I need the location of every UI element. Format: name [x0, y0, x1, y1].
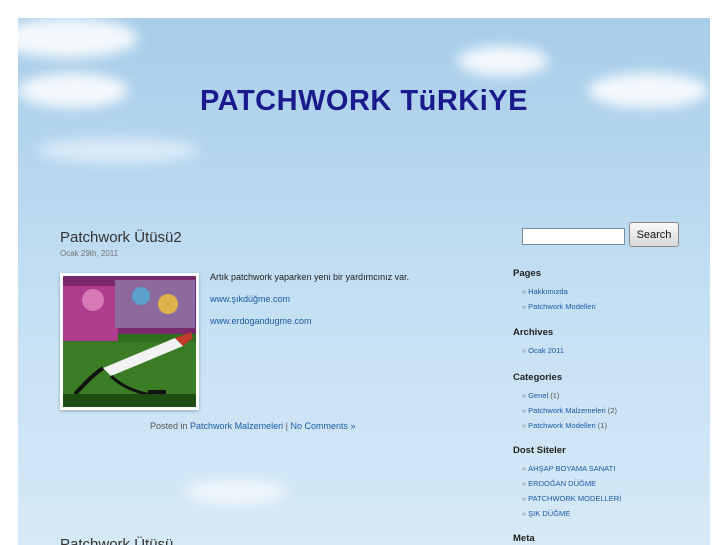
- post-link-erdogandugme[interactable]: www.erdogandugme.com: [210, 316, 312, 326]
- category-count: (1): [597, 421, 607, 430]
- bullet-glyph: »: [522, 509, 527, 518]
- page-frame: PATCHWORK TüRKiYE Patchwork Ütüsü2 Ocak …: [18, 18, 710, 545]
- category-count: (1): [550, 391, 560, 400]
- search-button[interactable]: Search: [629, 222, 679, 247]
- posted-in-label: Posted in: [150, 421, 188, 431]
- list-item: » AHŞAP BOYAMA SANATI: [522, 461, 621, 476]
- list-item: » Patchwork Modelleri: [522, 299, 596, 314]
- category-link-patchwork-modelleri[interactable]: Patchwork Modelleri: [528, 421, 596, 430]
- archives-list: » Ocak 2011: [522, 343, 564, 358]
- pages-list: » Hakkımızda » Patchwork Modelleri: [522, 284, 596, 314]
- friend-link-sik-dugme[interactable]: ŞIK DÜĞME: [528, 509, 570, 518]
- product-photo: [63, 276, 196, 407]
- list-item: » PATCHWORK MODELLERİ: [522, 491, 621, 506]
- cloud-decoration: [18, 18, 138, 58]
- cloud-decoration: [458, 46, 548, 76]
- cloud-decoration: [186, 480, 286, 504]
- bullet-glyph: »: [522, 494, 527, 503]
- bullet-glyph: »: [522, 406, 527, 415]
- post-category-link[interactable]: Patchwork Malzemeleri: [190, 421, 283, 431]
- site-title[interactable]: PATCHWORK TüRKiYE: [18, 85, 710, 118]
- post-meta: Posted in Patchwork Malzemeleri | No Com…: [150, 421, 355, 431]
- categories-list: » Genel (1) » Patchwork Malzemeleri (2) » P…: [522, 388, 617, 433]
- bullet-glyph: »: [522, 302, 527, 311]
- friend-link-patchwork-modelleri[interactable]: PATCHWORK MODELLERİ: [528, 494, 621, 503]
- meta-heading: Meta: [513, 533, 535, 544]
- post-link-sikdugme[interactable]: www.şıkdüğme.com: [210, 294, 290, 304]
- bullet-glyph: »: [522, 421, 527, 430]
- dost-siteler-heading: Dost Siteler: [513, 445, 566, 456]
- pages-heading: Pages: [513, 268, 541, 279]
- list-item: » Hakkımızda: [522, 284, 596, 299]
- category-link-patchwork-malzemeleri[interactable]: Patchwork Malzemeleri: [528, 406, 606, 415]
- page-link-hakkimizda[interactable]: Hakkımızda: [528, 287, 568, 296]
- list-item: » ERDOĞAN DÜĞME: [522, 476, 621, 491]
- bullet-glyph: »: [522, 479, 527, 488]
- list-item: » Ocak 2011: [522, 343, 564, 358]
- bullet-glyph: »: [522, 391, 527, 400]
- archives-heading: Archives: [513, 327, 554, 338]
- bullet-glyph: »: [522, 464, 527, 473]
- post-title-2[interactable]: Patchwork Ütüsü: [60, 536, 173, 545]
- meta-separator: |: [285, 421, 288, 431]
- page-link-patchwork-modelleri[interactable]: Patchwork Modelleri: [528, 302, 596, 311]
- bullet-glyph: »: [522, 346, 527, 355]
- dost-siteler-list: » AHŞAP BOYAMA SANATI » ERDOĞAN DÜĞME » PAT…: [522, 461, 621, 521]
- post-title[interactable]: Patchwork Ütüsü2: [60, 229, 182, 246]
- post-image[interactable]: [60, 273, 199, 410]
- post-text: Artık patchwork yaparken yeni bir yardım…: [210, 272, 410, 282]
- list-item: » ŞIK DÜĞME: [522, 506, 621, 521]
- archive-link-ocak-2011[interactable]: Ocak 2011: [528, 346, 564, 355]
- post-date: Ocak 29th, 2011: [60, 249, 119, 258]
- list-item: » Genel (1): [522, 388, 617, 403]
- bullet-glyph: »: [522, 287, 527, 296]
- search-input[interactable]: [522, 228, 625, 245]
- list-item: » Patchwork Modelleri (1): [522, 418, 617, 433]
- iron-product-illustration: [63, 276, 196, 407]
- categories-heading: Categories: [513, 372, 563, 383]
- category-count: (2): [607, 406, 617, 415]
- friend-link-erdogan-dugme[interactable]: ERDOĞAN DÜĞME: [528, 479, 596, 488]
- cloud-decoration: [38, 138, 198, 163]
- friend-link-ahsap-boyama[interactable]: AHŞAP BOYAMA SANATI: [528, 464, 615, 473]
- list-item: » Patchwork Malzemeleri (2): [522, 403, 617, 418]
- post-comments-link[interactable]: No Comments »: [290, 421, 355, 431]
- category-link-genel[interactable]: Genel: [528, 391, 548, 400]
